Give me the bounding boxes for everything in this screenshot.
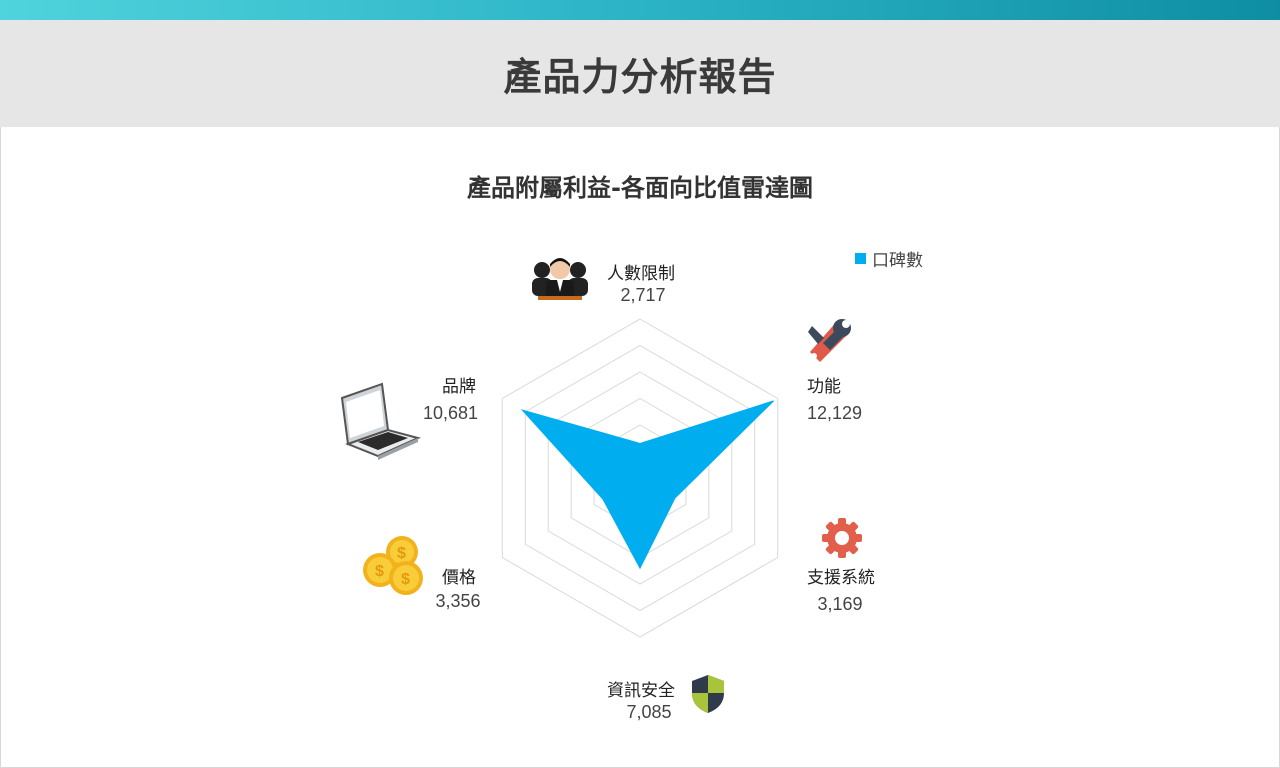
- axis-label: 支援系統: [807, 568, 875, 588]
- radar-chart: 人數限制2,717 功能 12,129 支援系統 3,169 資訊安全7,085 價格 3,3…: [340, 258, 875, 722]
- axis-value-label: 2,717: [620, 285, 665, 305]
- svg-text:$: $: [375, 563, 384, 580]
- axis-value-label: 10,681: [423, 403, 478, 423]
- axis-value-label: 12,129: [807, 403, 862, 423]
- axis-label: 價格: [442, 568, 476, 588]
- coins-icon: $ $ $: [363, 536, 423, 595]
- tools-icon: [808, 319, 851, 362]
- gear-icon: [822, 518, 862, 558]
- axis-value-label: 3,356: [435, 591, 480, 611]
- people-icon: [532, 258, 588, 300]
- axis-label: 資訊安全: [607, 681, 675, 701]
- svg-text:$: $: [401, 571, 410, 588]
- svg-text:$: $: [397, 545, 406, 562]
- axis-label: 人數限制: [607, 264, 675, 284]
- series-polygon: [520, 400, 774, 570]
- axis-value-label: 7,085: [626, 702, 671, 722]
- shield-icon: [692, 675, 724, 713]
- axis-value-label: 3,169: [817, 594, 862, 614]
- laptop-icon: [340, 382, 421, 460]
- axis-label: 功能: [807, 377, 841, 397]
- axis-label: 品牌: [442, 377, 476, 397]
